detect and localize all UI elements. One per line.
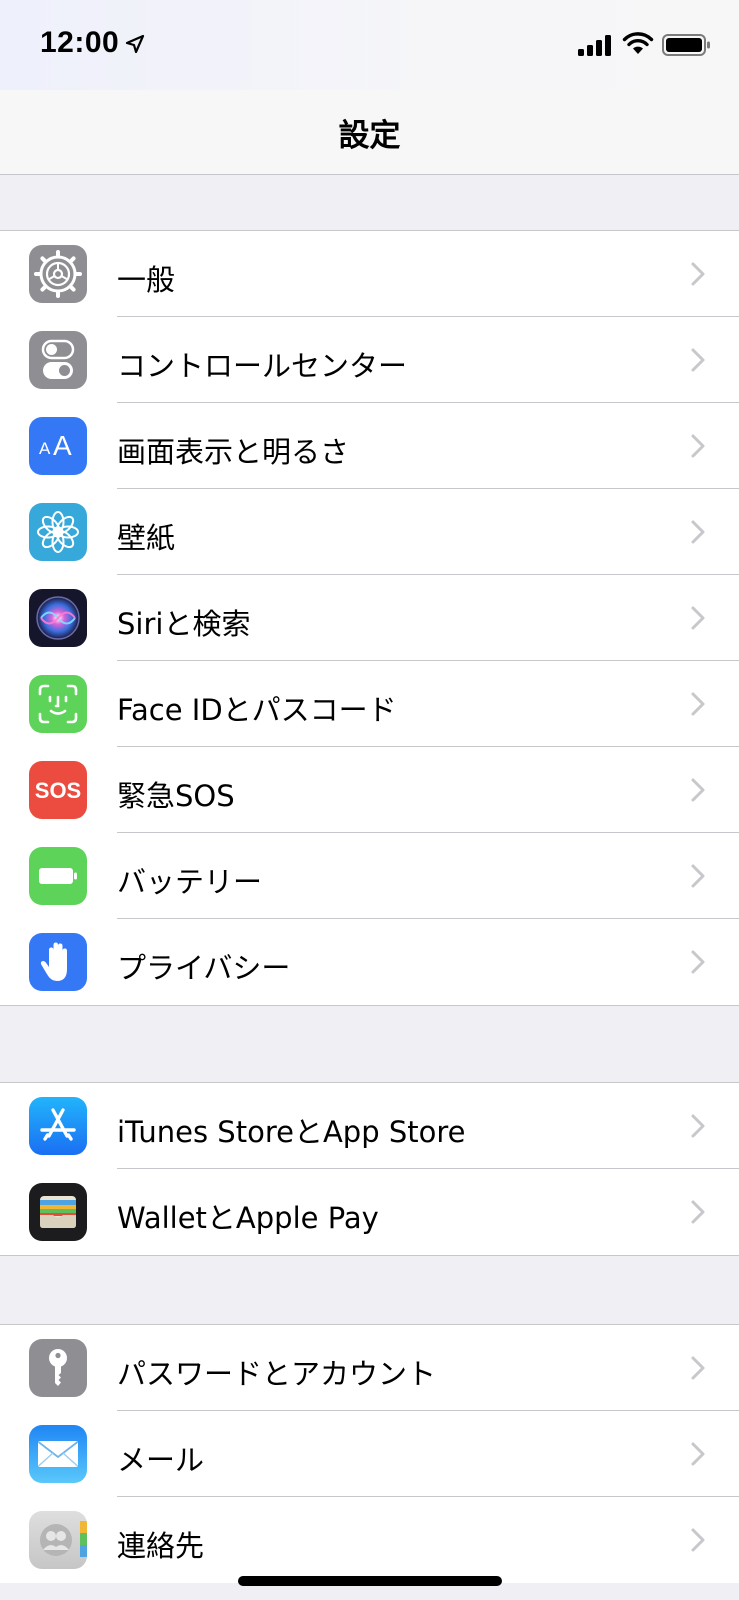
settings-row-mail[interactable]: メール bbox=[0, 1411, 739, 1497]
settings-row-display-brightness[interactable]: A A 画面表示と明るさ bbox=[0, 403, 739, 489]
mail-icon bbox=[29, 1425, 87, 1483]
row-label: バッテリー bbox=[117, 865, 263, 899]
app-store-icon bbox=[29, 1097, 87, 1155]
row-label: 緊急SOS bbox=[117, 779, 235, 813]
row-label: Siriと検索 bbox=[117, 607, 251, 641]
siri-icon bbox=[29, 589, 87, 647]
contacts-icon bbox=[29, 1511, 87, 1569]
cellular-signal-icon bbox=[578, 35, 611, 56]
toggles-icon bbox=[29, 331, 87, 389]
settings-row-general[interactable]: 一般 bbox=[0, 231, 739, 317]
settings-row-control-center[interactable]: コントロールセンター bbox=[0, 317, 739, 403]
row-label: Face IDとパスコード bbox=[117, 693, 397, 727]
settings-group-accounts: パスワードとアカウント メール 連絡先 bbox=[0, 1324, 739, 1583]
row-label: WalletとApple Pay bbox=[117, 1201, 379, 1235]
status-bar: 12:00 bbox=[0, 0, 739, 90]
row-label: 連絡先 bbox=[117, 1529, 205, 1563]
chevron-right-icon bbox=[691, 692, 705, 716]
page-title: 設定 bbox=[338, 118, 401, 154]
hand-icon bbox=[29, 933, 87, 991]
chevron-right-icon bbox=[691, 434, 705, 458]
text-size-icon: A A bbox=[29, 417, 87, 475]
battery-icon bbox=[29, 847, 87, 905]
row-label: コントロールセンター bbox=[117, 349, 408, 383]
row-label: 画面表示と明るさ bbox=[117, 435, 350, 469]
settings-row-face-id-passcode[interactable]: Face IDとパスコード bbox=[0, 661, 739, 747]
settings-row-wallpaper[interactable]: 壁紙 bbox=[0, 489, 739, 575]
face-id-icon bbox=[29, 675, 87, 733]
settings-group-system: 一般 コントロールセンター A A 画面表示と明るさ 壁紙 Siriと検索 Fa… bbox=[0, 230, 739, 1006]
chevron-right-icon bbox=[691, 1356, 705, 1380]
key-icon bbox=[29, 1339, 87, 1397]
navigation-bar: 設定 bbox=[0, 90, 739, 175]
chevron-right-icon bbox=[691, 348, 705, 372]
wallet-icon bbox=[29, 1183, 87, 1241]
sos-icon-text: SOS bbox=[35, 778, 81, 803]
home-indicator[interactable] bbox=[238, 1576, 502, 1586]
chevron-right-icon bbox=[691, 606, 705, 630]
settings-row-battery[interactable]: バッテリー bbox=[0, 833, 739, 919]
settings-row-privacy[interactable]: プライバシー bbox=[0, 919, 739, 1005]
sos-icon: SOS bbox=[29, 761, 87, 819]
chevron-right-icon bbox=[691, 1200, 705, 1224]
svg-text:A: A bbox=[39, 439, 51, 458]
chevron-right-icon bbox=[691, 950, 705, 974]
settings-row-wallet-apple-pay[interactable]: WalletとApple Pay bbox=[0, 1169, 739, 1255]
chevron-right-icon bbox=[691, 1442, 705, 1466]
chevron-right-icon bbox=[691, 864, 705, 888]
row-label: プライバシー bbox=[117, 951, 291, 985]
location-arrow-icon bbox=[125, 34, 145, 54]
row-label: 一般 bbox=[117, 263, 176, 297]
wifi-icon bbox=[622, 32, 654, 54]
chevron-right-icon bbox=[691, 1528, 705, 1552]
row-label: パスワードとアカウント bbox=[117, 1357, 437, 1391]
settings-row-emergency-sos[interactable]: SOS 緊急SOS bbox=[0, 747, 739, 833]
battery-status-icon bbox=[662, 34, 710, 56]
row-label: 壁紙 bbox=[117, 521, 176, 555]
chevron-right-icon bbox=[691, 1114, 705, 1138]
row-label: iTunes StoreとApp Store bbox=[117, 1115, 466, 1149]
settings-group-store: iTunes StoreとApp Store WalletとApple Pay bbox=[0, 1082, 739, 1256]
gear-icon bbox=[29, 245, 87, 303]
svg-text:A: A bbox=[53, 430, 72, 461]
chevron-right-icon bbox=[691, 520, 705, 544]
chevron-right-icon bbox=[691, 778, 705, 802]
row-label: メール bbox=[117, 1443, 205, 1477]
settings-row-siri-search[interactable]: Siriと検索 bbox=[0, 575, 739, 661]
settings-row-contacts[interactable]: 連絡先 bbox=[0, 1497, 739, 1583]
flower-icon bbox=[29, 503, 87, 561]
status-time: 12:00 bbox=[40, 26, 120, 59]
settings-row-itunes-app-store[interactable]: iTunes StoreとApp Store bbox=[0, 1083, 739, 1169]
settings-row-passwords-accounts[interactable]: パスワードとアカウント bbox=[0, 1325, 739, 1411]
chevron-right-icon bbox=[691, 262, 705, 286]
